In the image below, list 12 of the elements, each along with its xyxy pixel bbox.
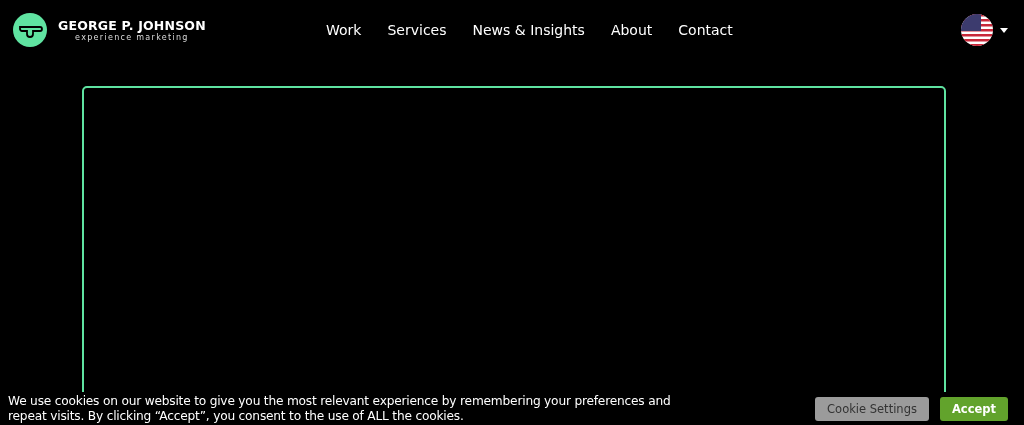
- flag-icon[interactable]: [961, 14, 993, 46]
- nav-link[interactable]: About: [610, 22, 653, 38]
- nav-link[interactable]: Services: [387, 22, 447, 38]
- dropdown-caret-icon[interactable]: [1000, 27, 1008, 33]
- brand-tagline: experience marketing: [75, 32, 189, 43]
- nav-link[interactable]: Work: [326, 22, 362, 38]
- brand-name[interactable]: GEORGE P. JOHNSON: [58, 17, 206, 33]
- logo-icon[interactable]: [13, 13, 47, 47]
- nav-link[interactable]: News & Insights: [472, 22, 585, 38]
- cookie-settings-button[interactable]: Cookie Settings: [815, 396, 929, 421]
- nav-link[interactable]: Contact: [678, 22, 733, 38]
- cookie-message: We use cookies on our website to give you the most relevant experience by remembering your preferences and repeat visits. By clicking “Accept”, you consent to the use of ALL the cookies.: [8, 393, 672, 424]
